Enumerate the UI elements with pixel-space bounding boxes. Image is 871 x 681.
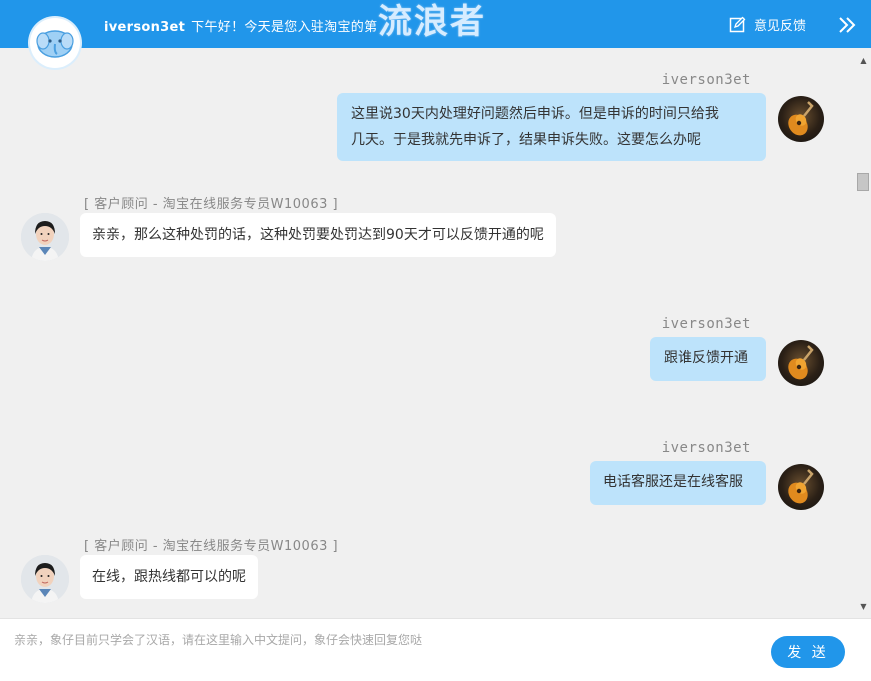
scroll-thumb[interactable] (857, 173, 869, 191)
send-button[interactable]: 发 送 (771, 636, 845, 668)
guitar-icon (788, 101, 814, 136)
message-line: 这里说30天内处理好问题然后申诉。但是申诉的时间只给我 (351, 106, 719, 122)
guitar-icon (788, 469, 814, 504)
message-line: 几天。于是我就先申诉了，结果申诉失败。这要怎么办呢 (351, 132, 701, 148)
user-avatar (778, 96, 824, 142)
elephant-mascot-icon (30, 18, 80, 68)
agent-sender-label: [ 客户顾问 - 淘宝在线服务专员W10063 ] (84, 197, 339, 212)
user-avatar (778, 464, 824, 510)
user-message-bubble: 电话客服还是在线客服 (590, 461, 766, 505)
feedback-label: 意见反馈 (754, 19, 807, 34)
agent-avatar (21, 555, 69, 603)
agent-portrait-icon (21, 213, 69, 261)
edit-square-icon (729, 16, 746, 33)
watermark-text: 流浪者 (378, 2, 486, 42)
chat-window: iverson3et 下午好！今天是您入驻淘宝的第 流浪者 意见反馈 ivers… (0, 0, 871, 681)
agent-portrait-icon (21, 555, 69, 603)
message-sender: iverson3et (661, 316, 751, 332)
header-username: iverson3et (104, 20, 186, 35)
guitar-icon (788, 345, 814, 380)
user-avatar (778, 340, 824, 386)
agent-sender-label: [ 客户顾问 - 淘宝在线服务专员W10063 ] (84, 539, 339, 554)
message-sender: iverson3et (661, 440, 751, 456)
greeting-text: iverson3et 下午好！今天是您入驻淘宝的第 (104, 16, 377, 35)
feedback-button[interactable]: 意见反馈 (729, 15, 806, 34)
header-bar: iverson3et 下午好！今天是您入驻淘宝的第 流浪者 意见反馈 (0, 0, 871, 48)
chat-scrollbar[interactable]: ▲ ▼ (856, 48, 871, 618)
user-message-bubble: 跟谁反馈开通 (650, 337, 766, 381)
greeting-message: 下午好！今天是您入驻淘宝的第 (191, 20, 378, 35)
message-sender: iverson3et (661, 72, 751, 88)
user-message-bubble: 这里说30天内处理好问题然后申诉。但是申诉的时间只给我 几天。于是我就先申诉了，… (337, 93, 766, 161)
double-chevron-right-icon[interactable] (836, 14, 858, 36)
message-list: iverson3et 这里说30天内处理好问题然后申诉。但是申诉的时间只给我 几… (0, 48, 856, 618)
scroll-up-arrow-icon[interactable]: ▲ (856, 52, 871, 68)
agent-message-bubble: 在线，跟热线都可以的呢 (80, 555, 258, 599)
agent-message-bubble: 亲亲，那么这种处罚的话，这种处罚要处罚达到90天才可以反馈开通的呢 (80, 213, 556, 257)
composer: 发 送 (0, 618, 871, 681)
scroll-down-arrow-icon[interactable]: ▼ (856, 598, 871, 614)
message-input[interactable] (12, 627, 756, 653)
agent-avatar (21, 213, 69, 261)
